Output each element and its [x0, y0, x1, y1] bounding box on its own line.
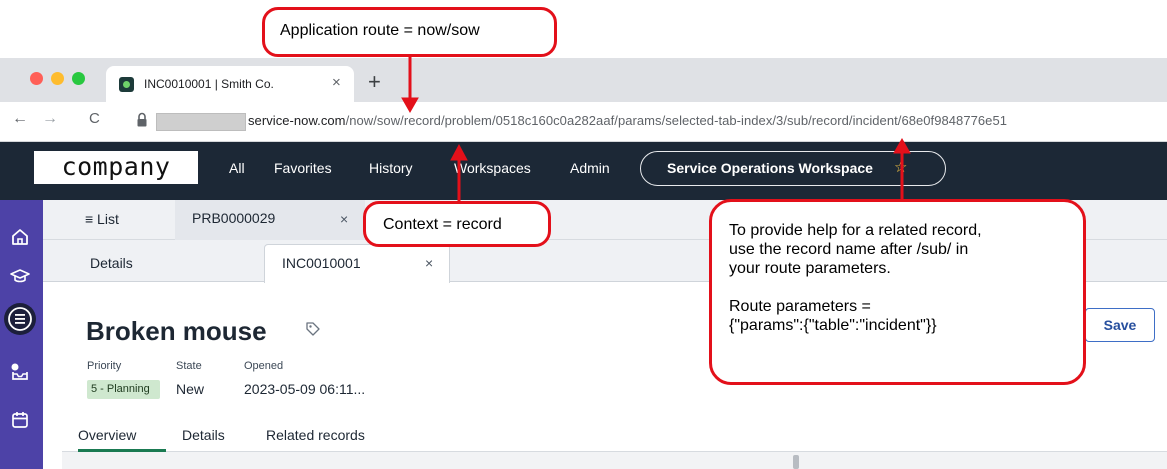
inbox-user-icon[interactable] [9, 361, 31, 383]
nav-workspaces[interactable]: Workspaces [454, 160, 531, 176]
lock-icon [137, 112, 147, 127]
workspace-pill-label: Service Operations Workspace [667, 160, 873, 176]
close-icon[interactable]: × [340, 211, 348, 227]
priority-label: Priority [87, 360, 122, 372]
tab-related-records[interactable]: Related records [266, 427, 365, 443]
callout-context-text: Context = record [383, 216, 502, 233]
callout-help-line: use the record name after /sub/ in [729, 241, 969, 258]
save-button[interactable]: Save [1085, 308, 1155, 342]
tab-details[interactable]: Details [182, 427, 225, 443]
detail-panel [62, 452, 1167, 469]
callout-help-line: your route parameters. [729, 260, 891, 277]
list-button[interactable]: ≡ List [85, 211, 119, 227]
home-icon[interactable] [9, 226, 31, 248]
state-value: New [176, 381, 205, 397]
url-domain: service-now.com [248, 113, 346, 128]
nav-admin[interactable]: Admin [570, 160, 610, 176]
window-minimize-dot[interactable] [51, 72, 64, 85]
screenshot-root: { "callouts": { "route": "Application ro… [0, 0, 1167, 469]
calendar-icon[interactable] [9, 409, 31, 431]
callout-help-line: To provide help for a related record, [729, 222, 982, 239]
favicon-icon [119, 77, 134, 92]
priority-value: 5 - Planning [91, 383, 150, 395]
tag-icon[interactable] [305, 321, 321, 337]
forward-icon[interactable]: → [42, 110, 58, 128]
back-icon[interactable]: ← [12, 110, 28, 128]
list-icon-active[interactable] [4, 303, 36, 335]
window-zoom-dot[interactable] [72, 72, 85, 85]
nav-favorites[interactable]: Favorites [274, 160, 332, 176]
callout-help-line: {"params":{"table":"incident"}} [729, 317, 937, 334]
window-close-dot[interactable] [30, 72, 43, 85]
state-label: State [176, 360, 202, 372]
reload-icon[interactable]: C [89, 110, 100, 127]
sub-tab-details[interactable]: Details [90, 255, 133, 271]
star-outline-icon[interactable]: ☆ [894, 158, 907, 176]
url-redaction [156, 113, 246, 131]
browser-tab-title: INC0010001 | Smith Co. [144, 77, 274, 91]
opened-value: 2023-05-09 06:11... [244, 381, 366, 397]
callout-route: Application route = now/sow [262, 7, 557, 57]
callout-help-line: Route parameters = [729, 298, 871, 315]
graduation-cap-icon[interactable] [9, 265, 31, 287]
nav-history[interactable]: History [369, 160, 413, 176]
sub-tab-incident-label: INC0010001 [282, 255, 361, 271]
url-input[interactable]: service-now.com/now/sow/record/problem/0… [248, 113, 1007, 128]
callout-help: To provide help for a related record, us… [709, 199, 1086, 385]
panel-resize-handle[interactable] [793, 455, 799, 469]
save-button-label: Save [1103, 317, 1137, 333]
tab-overview[interactable]: Overview [78, 427, 136, 443]
browser-tab[interactable]: INC0010001 | Smith Co. × [106, 66, 354, 102]
url-path: /now/sow/record/problem/0518c160c0a282aa… [345, 113, 1008, 128]
close-icon[interactable]: × [332, 74, 341, 91]
close-icon[interactable]: × [425, 255, 433, 271]
logo-text: COMPANY [61, 152, 171, 181]
nav-all[interactable]: All [229, 160, 245, 176]
callout-context: Context = record [363, 201, 551, 247]
workspace-tab-label: PRB0000029 [192, 210, 276, 226]
callout-help-text: To provide help for a related record, us… [729, 221, 982, 335]
record-title: Broken mouse [86, 316, 267, 346]
opened-label: Opened [244, 360, 284, 372]
workspace-pill[interactable]: Service Operations Workspace ☆ [640, 151, 946, 186]
priority-badge: 5 - Planning [87, 380, 160, 399]
new-tab-button[interactable]: + [368, 69, 381, 95]
list-icon [8, 307, 32, 331]
company-logo[interactable]: COMPANY [34, 151, 198, 184]
callout-route-text: Application route = now/sow [280, 22, 480, 39]
